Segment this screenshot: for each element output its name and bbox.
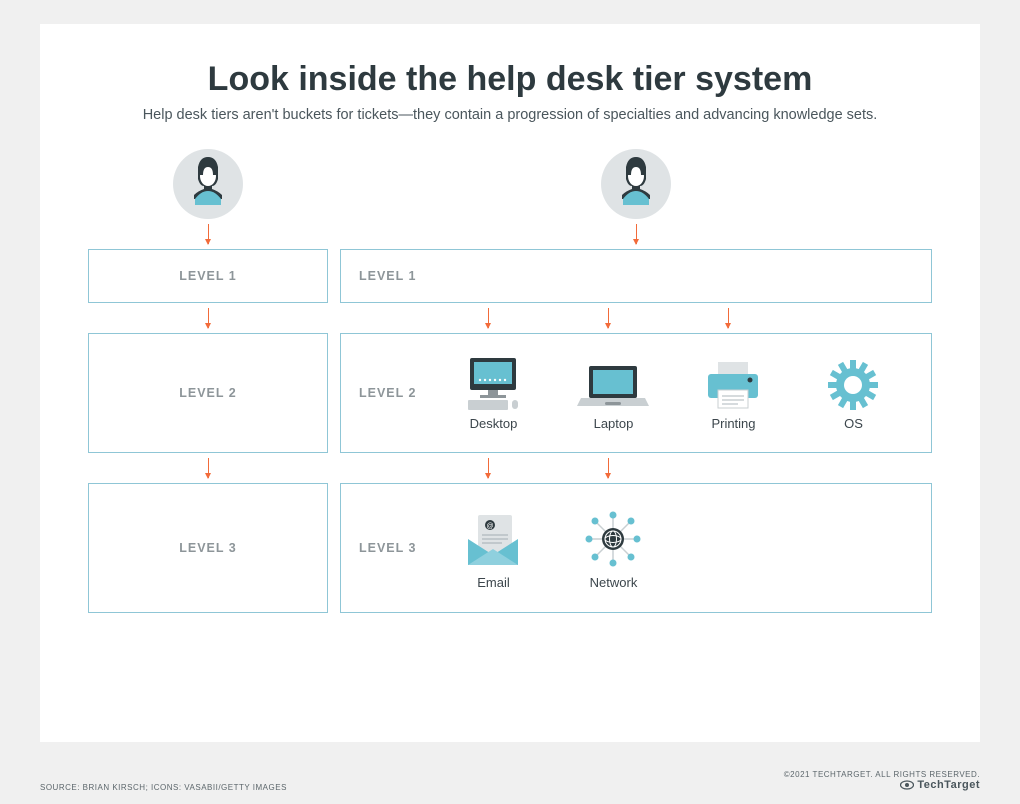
spec-printing: Printing [686, 360, 780, 431]
email-icon: @ [462, 513, 524, 571]
arrow-down-icon [728, 308, 729, 328]
footer-copyright: ©2021 TECHTARGET. ALL RIGHTS RESERVED. [784, 770, 980, 779]
specialty-label: Desktop [470, 416, 518, 431]
person-icon [601, 149, 671, 219]
tier-label: LEVEL 3 [359, 541, 416, 555]
diagram-title: Look inside the help desk tier system [88, 60, 932, 99]
arrow-row-l2-l3 [340, 453, 932, 483]
network-icon [581, 507, 645, 571]
footer-source: SOURCE: BRIAN KIRSCH; ICONS: VASABII/GET… [40, 783, 287, 792]
arrow-down-icon [636, 224, 637, 244]
right-column: LEVEL 1 LEVEL 2 [340, 149, 932, 613]
person-icon [173, 149, 243, 219]
left-level-2: LEVEL 2 [88, 333, 328, 453]
spec-network: Network [566, 507, 660, 590]
level3-specialties: @ Email [446, 507, 913, 590]
footer: SOURCE: BRIAN KIRSCH; ICONS: VASABII/GET… [40, 770, 980, 792]
arrow-down-icon [208, 458, 209, 478]
avatar-right-wrap [340, 149, 932, 219]
tier-label: LEVEL 2 [107, 386, 309, 400]
spec-desktop: Desktop [446, 356, 540, 431]
diagram-card: Look inside the help desk tier system He… [40, 24, 980, 742]
spec-laptop: Laptop [566, 362, 660, 431]
techtarget-logo: TechTarget [900, 779, 980, 791]
specialty-label: Printing [711, 416, 755, 431]
arrow-down-icon [608, 308, 609, 328]
tier-label: LEVEL 1 [359, 269, 416, 283]
specialty-label: Email [477, 575, 510, 590]
specialty-label: Network [590, 575, 638, 590]
spec-os: OS [806, 358, 900, 431]
specialty-label: Laptop [594, 416, 634, 431]
diagram-grid: LEVEL 1 LEVEL 2 LEVEL 3 [88, 149, 932, 613]
eye-icon [900, 780, 914, 790]
spec-email: @ Email [446, 513, 540, 590]
arrow-row-l1-l2 [340, 303, 932, 333]
tier-label: LEVEL 3 [107, 541, 309, 555]
arrow-down-icon [488, 308, 489, 328]
arrow-down-icon [208, 308, 209, 328]
left-column: LEVEL 1 LEVEL 2 LEVEL 3 [88, 149, 328, 613]
arrow-down-icon [208, 224, 209, 244]
tier-label: LEVEL 1 [107, 269, 309, 283]
left-level-3: LEVEL 3 [88, 483, 328, 613]
arrow-down-icon [608, 458, 609, 478]
right-level-2: LEVEL 2 [340, 333, 932, 453]
arrow-down-icon [488, 458, 489, 478]
left-level-1: LEVEL 1 [88, 249, 328, 303]
brand-name: TechTarget [917, 779, 980, 791]
diagram-subtitle: Help desk tiers aren't buckets for ticke… [88, 105, 932, 125]
svg-text:@: @ [487, 523, 494, 530]
right-level-3: LEVEL 3 @ Email [340, 483, 932, 613]
specialty-label: OS [844, 416, 863, 431]
tier-label: LEVEL 2 [359, 386, 416, 400]
printer-icon [702, 360, 764, 412]
gear-icon [826, 358, 880, 412]
desktop-icon [462, 356, 524, 412]
level2-specialties: Desktop Laptop [446, 356, 913, 431]
avatar-left-wrap [88, 149, 328, 219]
right-level-1: LEVEL 1 [340, 249, 932, 303]
laptop-icon [577, 362, 649, 412]
